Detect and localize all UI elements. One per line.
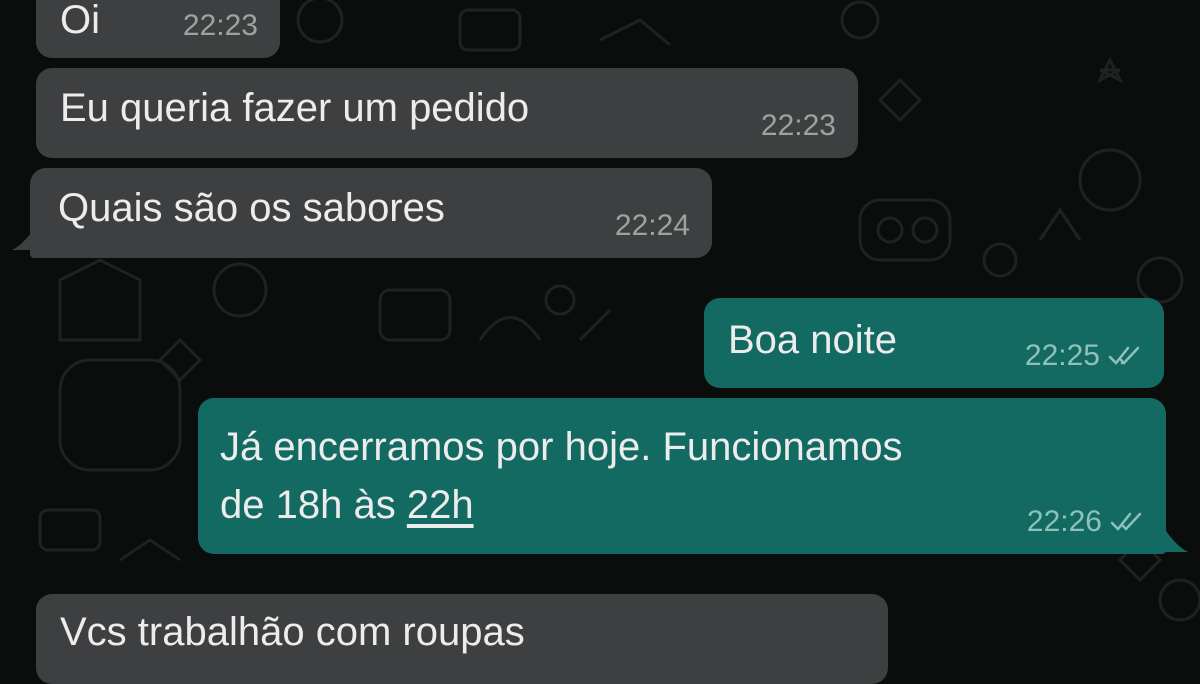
message-text: Quais são os sabores	[58, 186, 445, 230]
bubble-tail-outgoing	[1164, 528, 1188, 552]
message-time-label: 22:23	[182, 9, 258, 42]
message-time-label: 22:26	[1026, 505, 1102, 538]
message-time: 22:25	[1025, 338, 1142, 374]
message-time-label: 22:25	[1024, 339, 1100, 372]
message-bubble-outgoing[interactable]: Boa noite 22:25	[704, 298, 1164, 388]
message-text: Eu queria fazer um pedido	[60, 86, 530, 130]
message-link[interactable]: 22h	[407, 483, 474, 527]
message-time-label: 22:23	[760, 109, 836, 142]
message-time: 22:24	[615, 208, 690, 244]
message-time: 22:23	[761, 108, 836, 144]
message-text: Já encerramos por hoje. Funcionamos de 1…	[220, 418, 903, 534]
message-time: 22:26	[1027, 504, 1144, 540]
message-bubble-outgoing[interactable]: Já encerramos por hoje. Funcionamos de 1…	[198, 398, 1166, 554]
message-line-prefix: de 18h às	[220, 483, 407, 527]
message-bubble-incoming[interactable]: Quais são os sabores 22:24	[30, 168, 712, 258]
message-bubble-incoming[interactable]: Oi 22:23	[36, 0, 280, 58]
double-check-icon	[1108, 346, 1140, 365]
message-text: Boa noite	[728, 318, 898, 362]
message-bubble-incoming[interactable]: Eu queria fazer um pedido 22:23	[36, 68, 858, 158]
message-text: Oi	[60, 0, 100, 42]
message-time: 22:23	[183, 8, 258, 44]
double-check-icon	[1110, 512, 1142, 531]
message-line: de 18h às 22h	[220, 476, 903, 534]
message-bubble-incoming[interactable]: Vcs trabalhão com roupas	[36, 594, 888, 684]
message-text: Vcs trabalhão com roupas	[60, 610, 525, 654]
message-line: Já encerramos por hoje. Funcionamos	[220, 425, 903, 469]
message-time-label: 22:24	[614, 209, 690, 242]
